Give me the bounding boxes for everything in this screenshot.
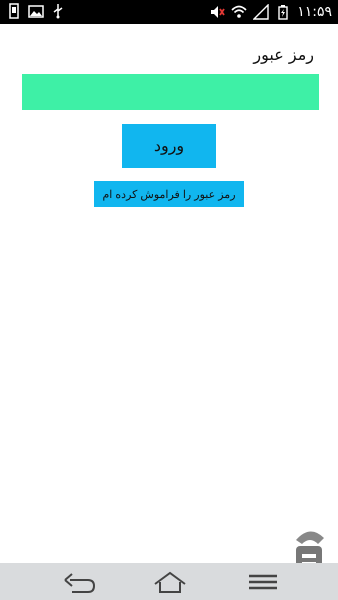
- image-icon: [28, 5, 44, 18]
- status-left-icons: [6, 3, 66, 19]
- password-input[interactable]: [22, 74, 319, 110]
- usb-debug-icon: [9, 3, 19, 19]
- battery-icon: [278, 5, 288, 20]
- signal-icon: [253, 4, 269, 20]
- back-icon[interactable]: [62, 570, 98, 594]
- password-label: رمز عبور: [253, 45, 314, 64]
- usb-icon: [53, 4, 63, 19]
- navigation-bar: [0, 563, 338, 600]
- home-icon[interactable]: [152, 570, 188, 594]
- status-bar: ۱۱:۵۹: [0, 0, 338, 24]
- login-button[interactable]: ورود: [122, 124, 216, 168]
- status-time: ۱۱:۵۹: [297, 4, 332, 20]
- volume-mute-icon: [211, 6, 225, 18]
- menu-icon[interactable]: [245, 570, 281, 594]
- status-right-icons: ۱۱:۵۹: [209, 3, 332, 21]
- forgot-password-button[interactable]: رمز عبور را فراموش کرده ام: [94, 181, 244, 207]
- wifi-icon: [231, 5, 247, 18]
